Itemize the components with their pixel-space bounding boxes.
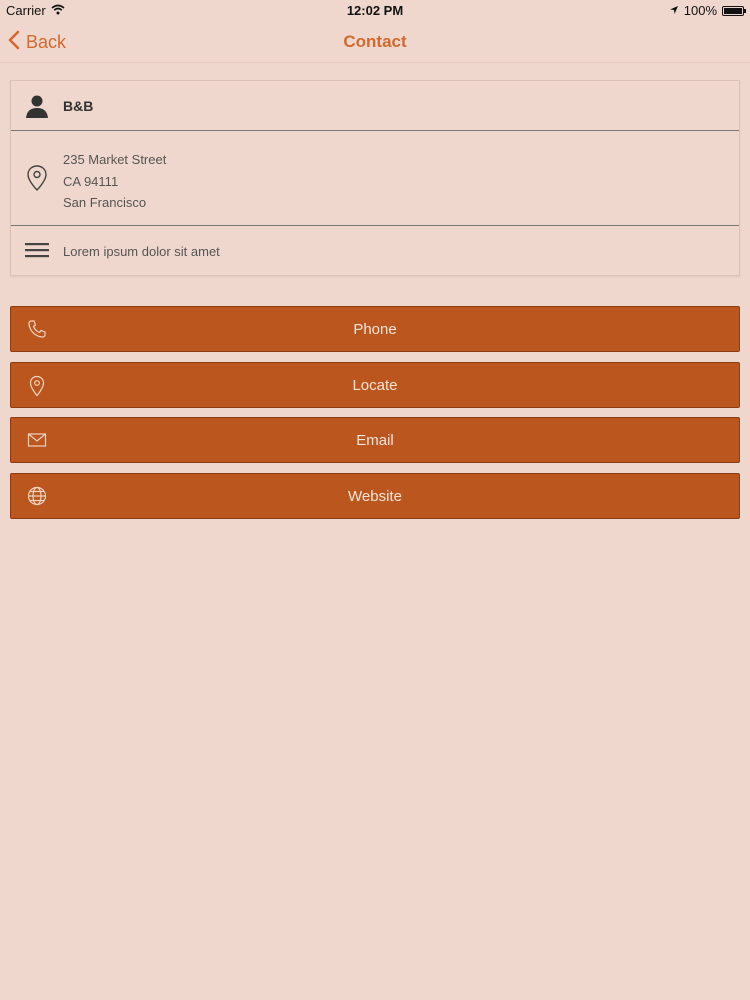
status-bar: Carrier 12:02 PM 100% (0, 0, 750, 22)
contact-description: Lorem ipsum dolor sit amet (63, 244, 220, 259)
status-right: 100% (669, 3, 746, 18)
phone-button-label: Phone (353, 321, 397, 338)
location-arrow-icon (669, 3, 679, 18)
location-pin-icon (25, 164, 49, 191)
locate-button[interactable]: Locate (10, 362, 740, 408)
battery-icon (722, 5, 746, 16)
address-line-street: 235 Market Street (63, 152, 167, 167)
contact-card: B&B 235 Market Street CA 94111 San Franc… (10, 80, 740, 276)
address-line-zip: CA 94111 (63, 173, 119, 189)
status-time: 12:02 PM (346, 3, 404, 18)
person-icon (25, 94, 49, 118)
address-lines: 235 Market Street CA 94111 San Francisco (63, 149, 166, 214)
contact-description-row: Lorem ipsum dolor sit amet (11, 226, 739, 276)
email-button-label: Email (356, 432, 394, 449)
battery-percent: 100% (683, 3, 717, 18)
menu-lines-icon (25, 240, 49, 264)
address-line-city: San Francisco (63, 195, 147, 210)
contact-address-row: 235 Market Street CA 94111 San Francisco (11, 131, 739, 226)
email-button[interactable]: Email (10, 417, 740, 463)
locate-button-label: Locate (352, 377, 398, 394)
page-title: Contact (343, 32, 407, 51)
contact-name-row: B&B (11, 81, 739, 131)
website-button-label: Website (348, 488, 402, 505)
navigation-bar: Back Contact (0, 22, 750, 63)
website-button[interactable]: Website (10, 473, 740, 519)
contact-name: B&B (63, 98, 94, 114)
battery-fill (724, 7, 742, 14)
phone-button[interactable]: Phone (10, 306, 740, 352)
